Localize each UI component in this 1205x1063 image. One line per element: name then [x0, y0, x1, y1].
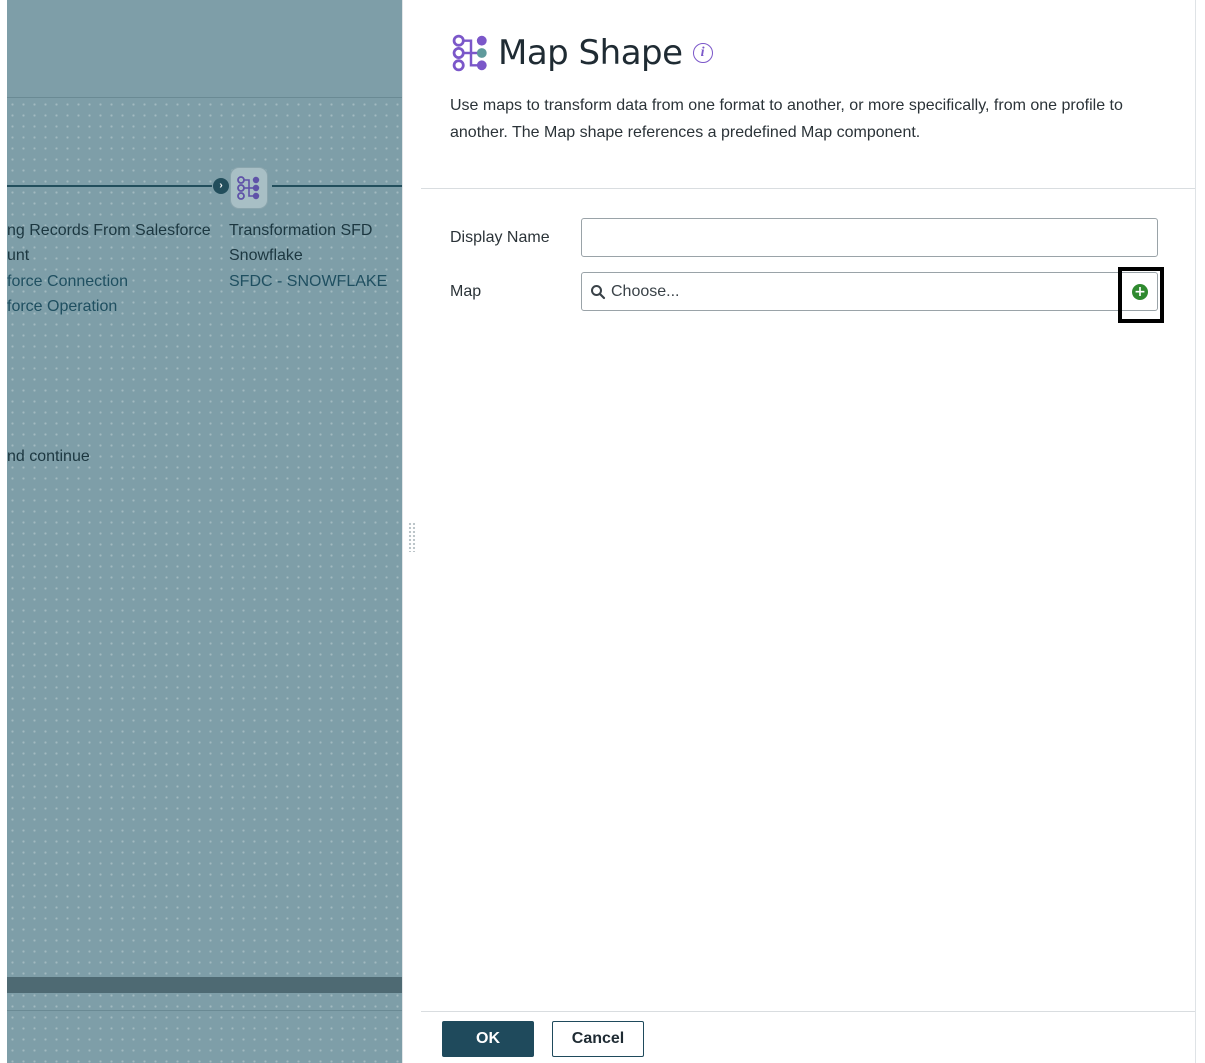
- map-shape-icon: [237, 176, 260, 200]
- map-row: Map Choose...: [450, 272, 1158, 311]
- display-name-row: Display Name: [450, 218, 1158, 257]
- drag-handle-icon[interactable]: [408, 522, 416, 552]
- previous-step-subtitle: unt: [7, 247, 30, 264]
- map-shape-panel: Map Shape i Use maps to transform data f…: [421, 0, 1196, 1063]
- panel-header: Map Shape i Use maps to transform data f…: [421, 0, 1195, 189]
- map-step-map-link[interactable]: SFDC - SNOWFLAKE: [229, 272, 387, 292]
- process-canvas: › ng Records From Salesforce unt force C…: [7, 0, 402, 1063]
- previous-step-operation-link[interactable]: force Operation: [7, 297, 117, 317]
- search-icon: [591, 284, 606, 299]
- connector-line: [7, 185, 212, 187]
- panel-footer: OK Cancel: [421, 1011, 1195, 1063]
- display-name-label: Display Name: [450, 228, 550, 246]
- map-shape-node[interactable]: [230, 167, 268, 209]
- page-title: Map Shape: [498, 33, 683, 73]
- display-name-field[interactable]: [581, 218, 1158, 257]
- info-icon[interactable]: i: [692, 43, 713, 63]
- ok-button[interactable]: OK: [442, 1021, 534, 1057]
- panel-description: Use maps to transform data from one form…: [450, 97, 1123, 141]
- connector-arrow-icon: ›: [213, 178, 229, 194]
- branch-label: nd continue: [7, 448, 90, 465]
- canvas-divider: [7, 1010, 402, 1011]
- canvas-toolbar-area: [7, 0, 402, 98]
- add-map-highlight: +: [1118, 267, 1164, 323]
- map-chooser-placeholder: Choose...: [611, 282, 680, 300]
- canvas-horizontal-scrollbar[interactable]: [7, 977, 402, 993]
- previous-step-connection-link[interactable]: force Connection: [7, 272, 128, 292]
- panel-splitter[interactable]: [402, 0, 421, 1063]
- add-icon[interactable]: +: [1132, 284, 1148, 300]
- map-chooser-input[interactable]: Choose...: [581, 272, 1158, 311]
- map-step-subtitle: Snowflake: [229, 247, 303, 264]
- title-row: Map Shape i: [450, 33, 713, 73]
- map-label: Map: [450, 282, 482, 300]
- connector-line: [272, 185, 402, 187]
- map-shape-icon: [452, 34, 487, 72]
- map-step-title: Transformation SFD: [229, 222, 373, 239]
- cancel-button[interactable]: Cancel: [552, 1021, 644, 1057]
- previous-step-title: ng Records From Salesforce: [7, 222, 211, 239]
